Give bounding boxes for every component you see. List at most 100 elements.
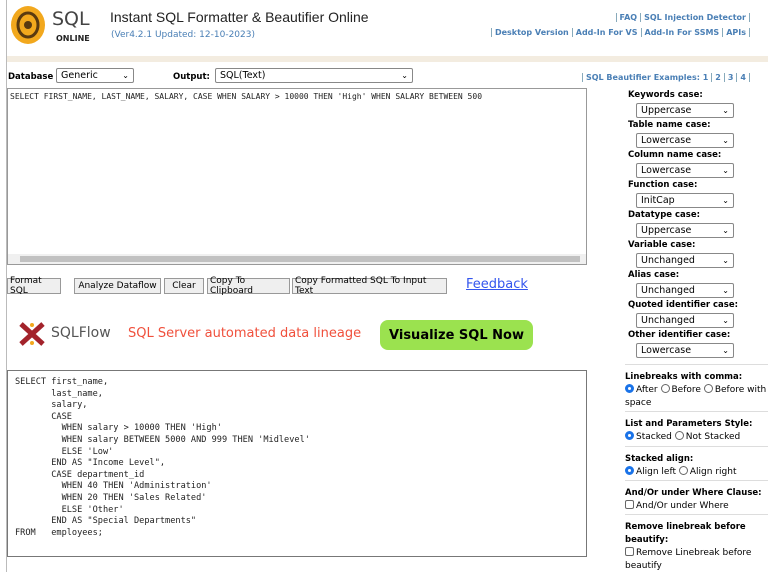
copy-clipboard-button[interactable]: Copy To Clipboard (207, 276, 290, 296)
database-label: Database (8, 72, 54, 82)
radio-align-right[interactable] (678, 466, 688, 475)
feedback-link[interactable]: Feedback (466, 277, 528, 292)
chevron-down-icon: ⌄ (401, 71, 408, 80)
remove-linebreak-checkbox[interactable] (625, 547, 634, 556)
option-8: Other identifier case: Lowercase ⌄ (628, 330, 768, 358)
sqlflow-brand: SQLFlow (51, 325, 111, 341)
examples-link-1[interactable]: SQL Beautifier Examples: 1 (581, 73, 711, 82)
link-faq[interactable]: FAQ (615, 13, 641, 22)
radio-after[interactable] (625, 384, 634, 393)
examples-link-3[interactable]: 3 (723, 73, 737, 82)
visualize-sql-button[interactable]: Visualize SQL Now (380, 320, 533, 350)
horizontal-scrollbar[interactable] (8, 254, 586, 264)
option-value: Lowercase (641, 165, 692, 176)
option-label: Function case: (628, 180, 698, 190)
output-select[interactable]: SQL(Text) ⌄ (215, 68, 413, 83)
option-0: Keywords case: Uppercase ⌄ (628, 90, 768, 118)
page-title: Instant SQL Formatter & Beautifier Onlin… (110, 9, 369, 25)
option-7: Quoted identifier case: Unchanged ⌄ (628, 300, 768, 328)
radio-align-left[interactable] (625, 466, 634, 475)
option-4: Datatype case: Uppercase ⌄ (628, 210, 768, 238)
option-select[interactable]: Unchanged ⌄ (636, 313, 734, 328)
remove-linebreak-label: Remove linebreak before beautify: (625, 522, 746, 545)
sql-input[interactable]: SELECT FIRST_NAME, LAST_NAME, SALARY, CA… (7, 88, 587, 265)
radio-stacked[interactable] (625, 431, 634, 440)
option-value: Lowercase (641, 345, 692, 356)
option-select[interactable]: Uppercase ⌄ (636, 103, 734, 118)
option-1: Table name case: Lowercase ⌄ (628, 120, 768, 148)
option-label: Column name case: (628, 150, 722, 160)
chevron-down-icon: ⌄ (722, 256, 729, 265)
checkbox-label: And/Or under Where (636, 501, 729, 511)
option-6: Alias case: Unchanged ⌄ (628, 270, 768, 298)
radio-label: Align right (689, 467, 737, 477)
copy-formatted-button[interactable]: Copy Formatted SQL To Input Text (292, 276, 447, 296)
radio-label: Before (671, 385, 701, 395)
checkbox-label: Remove Linebreak before beautify (625, 548, 752, 571)
option-select[interactable]: Lowercase ⌄ (636, 133, 734, 148)
output-label: Output: (173, 72, 210, 82)
logo[interactable]: SQL ONLINE (8, 3, 100, 47)
logo-icon: SQL ONLINE (11, 6, 90, 44)
sqlflow-icon (19, 322, 45, 346)
clear-button[interactable]: Clear (164, 278, 204, 294)
linebreaks-section: Linebreaks with comma: After Before Befo… (625, 364, 768, 410)
link-injection-detector[interactable]: SQL Injection Detector (640, 13, 750, 22)
option-5: Variable case: Unchanged ⌄ (628, 240, 768, 268)
andor-section: And/Or under Where Clause: And/Or under … (625, 480, 768, 513)
radio-before-space[interactable] (703, 384, 713, 393)
link-apis[interactable]: APIs (722, 28, 750, 37)
version-text: (Ver4.2.1 Updated: 12-10-2023) (111, 30, 255, 40)
list-style-section: List and Parameters Style: Stacked Not S… (625, 411, 768, 444)
link-desktop[interactable]: Desktop Version (490, 28, 572, 37)
remove-linebreak-section: Remove linebreak before beautify: Remove… (625, 514, 768, 573)
stacked-align-section: Stacked align: Align left Align right (625, 446, 768, 479)
radio-label: Align left (636, 467, 677, 477)
option-3: Function case: InitCap ⌄ (628, 180, 768, 208)
banner-tagline[interactable]: SQL Server automated data lineage (128, 326, 361, 341)
formatted-output[interactable]: SELECT first_name, last_name, salary, CA… (7, 370, 587, 557)
option-select[interactable]: Lowercase ⌄ (636, 343, 734, 358)
option-value: Uppercase (641, 225, 692, 236)
link-addin-ssms[interactable]: Add-In For SSMS (640, 28, 723, 37)
scrollbar-thumb[interactable] (20, 256, 580, 262)
chevron-down-icon: ⌄ (722, 196, 729, 205)
option-select[interactable]: Unchanged ⌄ (636, 283, 734, 298)
option-label: Other identifier case: (628, 330, 731, 340)
analyze-dataflow-button[interactable]: Analyze Dataflow (74, 278, 161, 294)
radio-label: After (636, 385, 658, 395)
option-label: Datatype case: (628, 210, 701, 220)
examples-links: SQL Beautifier Examples: 1 2 3 4 (581, 73, 750, 82)
option-label: Quoted identifier case: (628, 300, 738, 310)
chevron-down-icon: ⌄ (722, 136, 729, 145)
database-value: Generic (61, 70, 98, 81)
chevron-down-icon: ⌄ (722, 316, 729, 325)
examples-link-2[interactable]: 2 (711, 73, 724, 82)
option-select[interactable]: InitCap ⌄ (636, 193, 734, 208)
database-select[interactable]: Generic ⌄ (56, 68, 134, 83)
chevron-down-icon: ⌄ (722, 226, 729, 235)
chevron-down-icon: ⌄ (722, 346, 729, 355)
svg-text:ONLINE: ONLINE (56, 34, 90, 43)
radio-not-stacked[interactable] (674, 431, 684, 440)
format-sql-button[interactable]: Format SQL (7, 276, 61, 296)
andor-checkbox[interactable] (625, 500, 634, 509)
top-links: FAQ SQL Injection Detector (615, 13, 750, 22)
examples-link-4[interactable]: 4 (736, 73, 750, 82)
option-label: Alias case: (628, 270, 680, 280)
chevron-down-icon: ⌄ (722, 166, 729, 175)
option-label: Variable case: (628, 240, 696, 250)
chevron-down-icon: ⌄ (122, 71, 129, 80)
option-select[interactable]: Lowercase ⌄ (636, 163, 734, 178)
option-value: Lowercase (641, 135, 692, 146)
radio-label: Not Stacked (685, 432, 741, 442)
link-addin-vs[interactable]: Add-In For VS (571, 28, 641, 37)
sqlflow-logo[interactable] (18, 321, 46, 350)
option-select[interactable]: Uppercase ⌄ (636, 223, 734, 238)
option-2: Column name case: Lowercase ⌄ (628, 150, 768, 178)
option-value: InitCap (641, 195, 675, 206)
list-style-label: List and Parameters Style: (625, 419, 753, 429)
option-value: Unchanged (641, 255, 695, 266)
radio-before[interactable] (660, 384, 670, 393)
option-select[interactable]: Unchanged ⌄ (636, 253, 734, 268)
